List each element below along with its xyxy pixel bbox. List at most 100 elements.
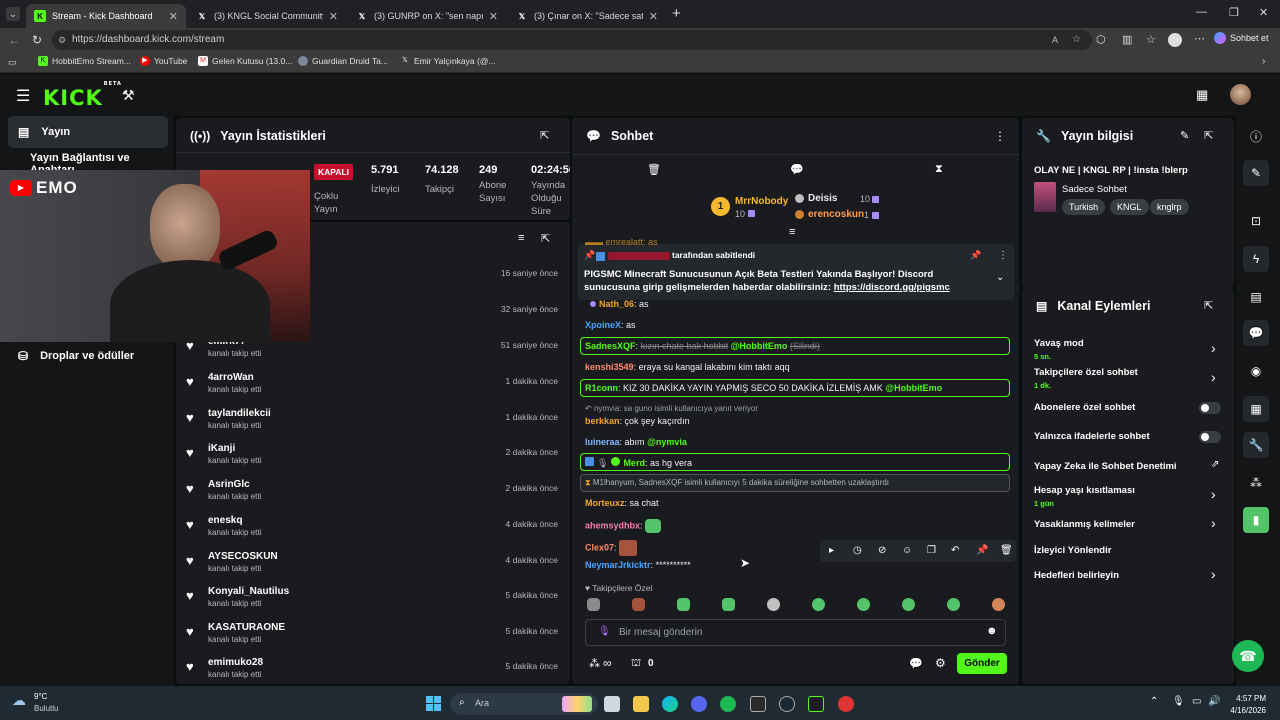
community-icon[interactable]: ⁂ bbox=[1243, 470, 1269, 496]
chevron-right-icon[interactable]: › bbox=[1211, 340, 1216, 356]
tab-list-icon[interactable]: ⌄ bbox=[6, 7, 20, 21]
chat-username[interactable]: berkkan bbox=[585, 416, 620, 426]
slash-icon[interactable]: ⊘ bbox=[878, 545, 886, 556]
more-icon[interactable]: ⋯ bbox=[1194, 32, 1205, 45]
tag-chip[interactable]: KNGL bbox=[1110, 199, 1149, 215]
emote-icon[interactable] bbox=[812, 598, 825, 611]
activity-row[interactable]: ♥ iKanji kanalı takip etti 2 dakika önce bbox=[186, 443, 562, 479]
emote-icon[interactable] bbox=[632, 598, 645, 611]
emote-icon[interactable] bbox=[722, 598, 735, 611]
follower-name[interactable]: taylandilekcii bbox=[208, 408, 271, 419]
chat-username[interactable]: SadnesXQF bbox=[585, 341, 636, 351]
pin-icon[interactable]: 📌 bbox=[976, 545, 988, 556]
chat-username[interactable]: R1conn bbox=[585, 383, 618, 393]
chat-icon[interactable]: 💬 bbox=[1243, 320, 1269, 346]
hammer-icon[interactable]: ⚒ bbox=[122, 87, 135, 104]
minimize-icon[interactable]: — bbox=[1196, 6, 1207, 18]
action-banned-words[interactable]: Yasaklanmış kelimeler bbox=[1034, 519, 1135, 530]
address-bar[interactable]: ⚙ https://dashboard.kick.com/stream A ☆ bbox=[52, 30, 1092, 50]
filter-icon[interactable]: ≡ bbox=[518, 232, 524, 244]
activity-row[interactable]: ♥ AsrinGlc kanalı takip etti 2 dakika önce bbox=[186, 479, 562, 515]
emote-icon[interactable] bbox=[992, 598, 1005, 611]
chat-username[interactable]: ahemsydhbx bbox=[585, 520, 640, 530]
undo-icon[interactable]: ↶ bbox=[951, 545, 959, 556]
bookmark-youtube[interactable]: ▶ YouTube bbox=[140, 56, 187, 66]
send-button[interactable]: Gönder bbox=[957, 653, 1007, 674]
pencil-icon[interactable]: ✎ bbox=[1243, 160, 1269, 186]
gear-icon[interactable]: ⚙ bbox=[935, 656, 946, 670]
follower-name[interactable]: KASATURAONE bbox=[208, 622, 285, 633]
bookmarks-overflow-icon[interactable]: › bbox=[1262, 56, 1265, 67]
pinned-more-icon[interactable]: ⋮ bbox=[998, 250, 1008, 261]
chevron-right-icon[interactable]: › bbox=[1211, 369, 1216, 385]
action-emotes-only[interactable]: Yalnızca ifadelerle sohbet bbox=[1034, 431, 1150, 442]
favorites-icon[interactable]: ☆ bbox=[1146, 33, 1156, 46]
bookmark-guardian-druid[interactable]: Guardian Druid Ta... bbox=[298, 56, 388, 66]
edge-icon[interactable] bbox=[662, 696, 678, 712]
popout-icon[interactable]: ⇱ bbox=[540, 129, 549, 142]
delete-icon[interactable]: 🗑 bbox=[1000, 545, 1013, 556]
chevron-right-icon[interactable]: › bbox=[1211, 486, 1216, 502]
clock-time[interactable]: 4:57 PM bbox=[1232, 694, 1266, 703]
steam-icon[interactable] bbox=[779, 696, 795, 712]
network-icon[interactable]: ▭ bbox=[1192, 696, 1201, 707]
chat-message[interactable]: XpoineX: as bbox=[585, 320, 636, 330]
chat-message[interactable]: kenshi3549: eraya su kangal lakabını kim… bbox=[585, 362, 790, 372]
hourglass-icon[interactable]: ⧗ bbox=[935, 163, 943, 176]
chat-username[interactable]: Morteuxz bbox=[585, 498, 625, 508]
new-tab-icon[interactable]: + bbox=[672, 5, 681, 22]
trash-icon[interactable]: 🗑 bbox=[647, 163, 661, 176]
site-info-icon[interactable]: ⚙ bbox=[58, 30, 66, 50]
mic-icon[interactable]: 🎙 bbox=[598, 626, 611, 637]
emote-icon[interactable] bbox=[857, 598, 870, 611]
emotes-only-toggle[interactable] bbox=[1199, 431, 1221, 443]
app-icon[interactable] bbox=[838, 696, 854, 712]
screenshot-icon[interactable]: ⊡ bbox=[1243, 208, 1269, 234]
close-icon[interactable]: ✕ bbox=[169, 10, 178, 23]
reload-icon[interactable]: ↻ bbox=[32, 33, 42, 47]
chat-username[interactable]: kenshi3549 bbox=[585, 362, 634, 372]
support-button[interactable]: ☎ bbox=[1232, 640, 1264, 672]
start-icon[interactable] bbox=[426, 696, 441, 711]
bookmark-emir[interactable]: 𝕏 Emir Yalçınkaya (@... bbox=[400, 56, 495, 66]
action-followers-only[interactable]: Takipçilere özel sohbet 1 dk. bbox=[1034, 367, 1138, 390]
clip-icon[interactable]: ▮ bbox=[1243, 507, 1269, 533]
close-icon[interactable]: ✕ bbox=[329, 10, 338, 23]
external-link-icon[interactable]: ⇗ bbox=[1211, 459, 1219, 470]
split-screen-icon[interactable]: ▥ bbox=[1122, 33, 1132, 46]
chat-mention[interactable]: @HobbitEmo bbox=[885, 383, 942, 393]
chat-input[interactable]: 🎙 Bir mesaj gönderin ☻ bbox=[585, 619, 1006, 646]
tab-knGL-x[interactable]: 𝕏 (3) KNGL Social Community / X ✕ bbox=[188, 4, 346, 28]
reading-list-icon[interactable]: ▭ bbox=[8, 57, 17, 68]
follower-name[interactable]: eneskq bbox=[208, 515, 242, 526]
chat-icon[interactable]: 💬 bbox=[790, 163, 804, 176]
spotify-icon[interactable] bbox=[720, 696, 736, 712]
wrench-icon[interactable]: 🔧 bbox=[1243, 432, 1269, 458]
tag-chip[interactable]: knglrp bbox=[1150, 199, 1189, 215]
chat-message[interactable]: 🎙 Merd: as hg vera bbox=[585, 457, 692, 469]
chat-username[interactable]: Merd bbox=[623, 458, 645, 468]
chat-message[interactable]: berkkan: çok şey kaçırdın bbox=[585, 416, 690, 426]
tab-kick-dashboard[interactable]: K Stream - Kick Dashboard ✕ bbox=[26, 4, 186, 28]
follower-name[interactable]: Konyali_Nautilus bbox=[208, 586, 289, 597]
bookmark-gmail[interactable]: M Gelen Kutusu (13.0... bbox=[198, 56, 292, 66]
popout-icon[interactable]: ⇱ bbox=[1204, 299, 1213, 312]
activity-row[interactable]: ♥ eneskq kanalı takip etti 4 dakika önce bbox=[186, 515, 562, 551]
chat-message[interactable]: ahemsydhbx: bbox=[585, 519, 662, 533]
chat-username[interactable]: Nath_06 bbox=[599, 299, 634, 309]
expand-chevron-icon[interactable]: ⌄ bbox=[996, 272, 1004, 283]
menu-icon[interactable]: ☰ bbox=[16, 86, 30, 106]
chat-more-icon[interactable]: ⋮ bbox=[994, 129, 1006, 143]
unpin-icon[interactable]: 📌 bbox=[970, 250, 981, 261]
action-subscribers-only[interactable]: Abonelere özel sohbet bbox=[1034, 402, 1135, 413]
back-icon[interactable]: ← bbox=[8, 33, 20, 47]
notes-icon[interactable]: ▤ bbox=[1243, 284, 1269, 310]
sidebar-item-stream[interactable]: ▤ Yayın bbox=[8, 116, 168, 148]
leaderboard-collapse-icon[interactable]: ≡ bbox=[789, 226, 795, 238]
emote-icon[interactable] bbox=[947, 598, 960, 611]
activity-row[interactable]: ♥ Konyali_Nautilus kanalı takip etti 5 daki… bbox=[186, 586, 562, 622]
sidebar-item-drops[interactable]: ⛁ Droplar ve ödüller bbox=[8, 340, 168, 372]
chevron-right-icon[interactable]: › bbox=[1211, 515, 1216, 531]
copilot-button[interactable]: Sohbet et bbox=[1214, 32, 1269, 44]
chat-message[interactable]: luineraa: abım @nymvia bbox=[585, 437, 687, 447]
